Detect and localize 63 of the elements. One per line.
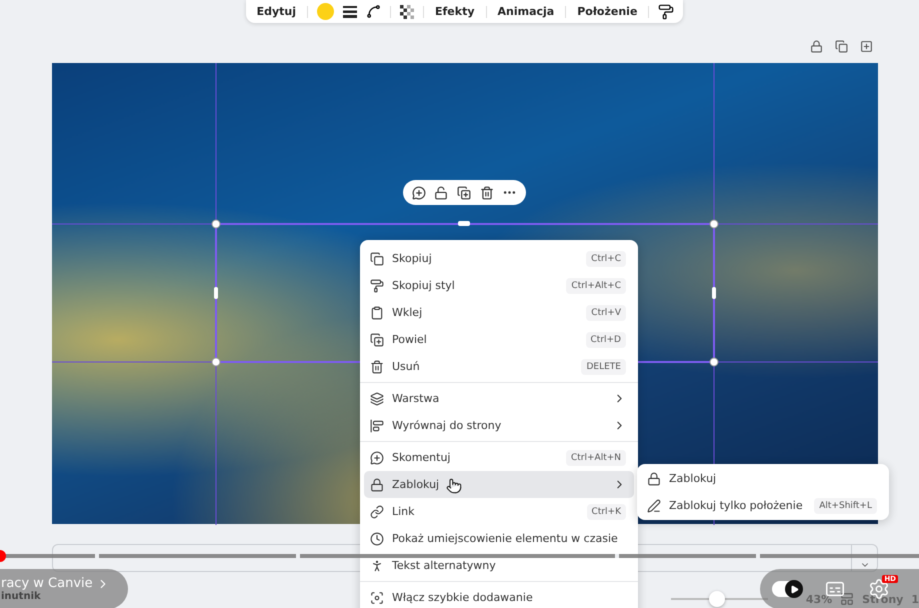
copy-icon: [370, 252, 384, 266]
paint-roller-icon: [370, 278, 384, 292]
align-icon: [370, 418, 384, 432]
clipboard-icon: [370, 306, 384, 320]
color-swatch[interactable]: [317, 3, 334, 20]
line-weight-icon[interactable]: [343, 6, 357, 18]
chapter-subtitle: inutnik: [1, 591, 42, 602]
focus-icon: [370, 590, 384, 604]
menu-item[interactable]: Skopiuj styl Ctrl+Alt+C: [364, 272, 634, 299]
layers-icon: [370, 392, 384, 406]
menu-item[interactable]: Wyrównaj do strony: [364, 412, 634, 439]
menu-item[interactable]: Wklej Ctrl+V: [364, 299, 634, 326]
shortcut-label: Ctrl+Alt+N: [566, 450, 626, 466]
hand-pointer-icon: [446, 478, 462, 494]
zoom-level: 43%: [806, 592, 832, 606]
shortcut-label: Ctrl+V: [586, 304, 626, 320]
trash-icon[interactable]: [480, 186, 494, 200]
pages-icon[interactable]: [840, 592, 854, 606]
menu-item[interactable]: Skomentuj Ctrl+Alt+N: [364, 444, 634, 471]
menu-item[interactable]: Zablokuj tylko położenie Alt+Shift+L: [641, 492, 885, 519]
add-page-icon[interactable]: [860, 40, 873, 53]
copy-plus-icon[interactable]: [456, 186, 471, 200]
menu-item[interactable]: Usuń DELETE: [364, 353, 634, 380]
menu-item[interactable]: Tekst alternatywny: [364, 552, 634, 579]
page-number: 1: [911, 592, 919, 606]
shortcut-label: DELETE: [581, 358, 626, 374]
comment-plus-icon: [370, 450, 384, 464]
menu-item[interactable]: Włącz szybkie dodawanie: [364, 584, 634, 608]
clock-icon: [370, 532, 384, 546]
comment-plus-icon[interactable]: [412, 186, 426, 200]
transparency-icon[interactable]: [400, 4, 414, 18]
play-icon: [790, 584, 798, 594]
curve-icon[interactable]: [366, 4, 381, 19]
menu-item[interactable]: Skopiuj Ctrl+C: [364, 245, 634, 272]
autoplay-toggle[interactable]: [772, 581, 802, 597]
link-icon: [370, 504, 384, 518]
trash-icon: [370, 360, 384, 374]
copy-icon[interactable]: [835, 40, 848, 53]
lock-icon: [647, 472, 661, 486]
shortcut-label: Ctrl+C: [586, 250, 626, 266]
shortcut-label: Ctrl+K: [586, 504, 626, 520]
toolbar-tab[interactable]: Efekty: [433, 5, 477, 18]
menu-item[interactable]: Pokaż umiejscowienie elementu w czasie: [364, 525, 634, 552]
shortcut-label: Alt+Shift+L: [814, 498, 877, 514]
shortcut-label: Ctrl+D: [586, 332, 626, 348]
shortcut-label: Ctrl+Alt+C: [566, 278, 626, 294]
paint-roller-icon[interactable]: [658, 4, 674, 20]
edit-button[interactable]: Edytuj: [254, 5, 298, 18]
menu-item[interactable]: Zablokuj: [641, 465, 885, 492]
menu-item[interactable]: Link Ctrl+K: [364, 498, 634, 525]
menu-item[interactable]: Zablokuj: [364, 471, 634, 498]
lock-icon: [370, 478, 384, 492]
slider-thumb[interactable]: [709, 591, 726, 608]
pencil-icon: [647, 498, 661, 512]
accessibility-icon: [370, 558, 384, 572]
copy-plus-icon: [370, 332, 384, 346]
chapter-chip[interactable]: racy w Canvie inutnik: [0, 569, 128, 608]
lock-open-icon[interactable]: [434, 186, 448, 200]
toolbar-tab[interactable]: Animacja: [496, 5, 556, 18]
toolbar-tab[interactable]: Położenie: [575, 5, 640, 18]
lock-icon[interactable]: [810, 40, 823, 53]
menu-item[interactable]: Powiel Ctrl+D: [364, 326, 634, 353]
menu-item[interactable]: Warstwa: [364, 385, 634, 412]
